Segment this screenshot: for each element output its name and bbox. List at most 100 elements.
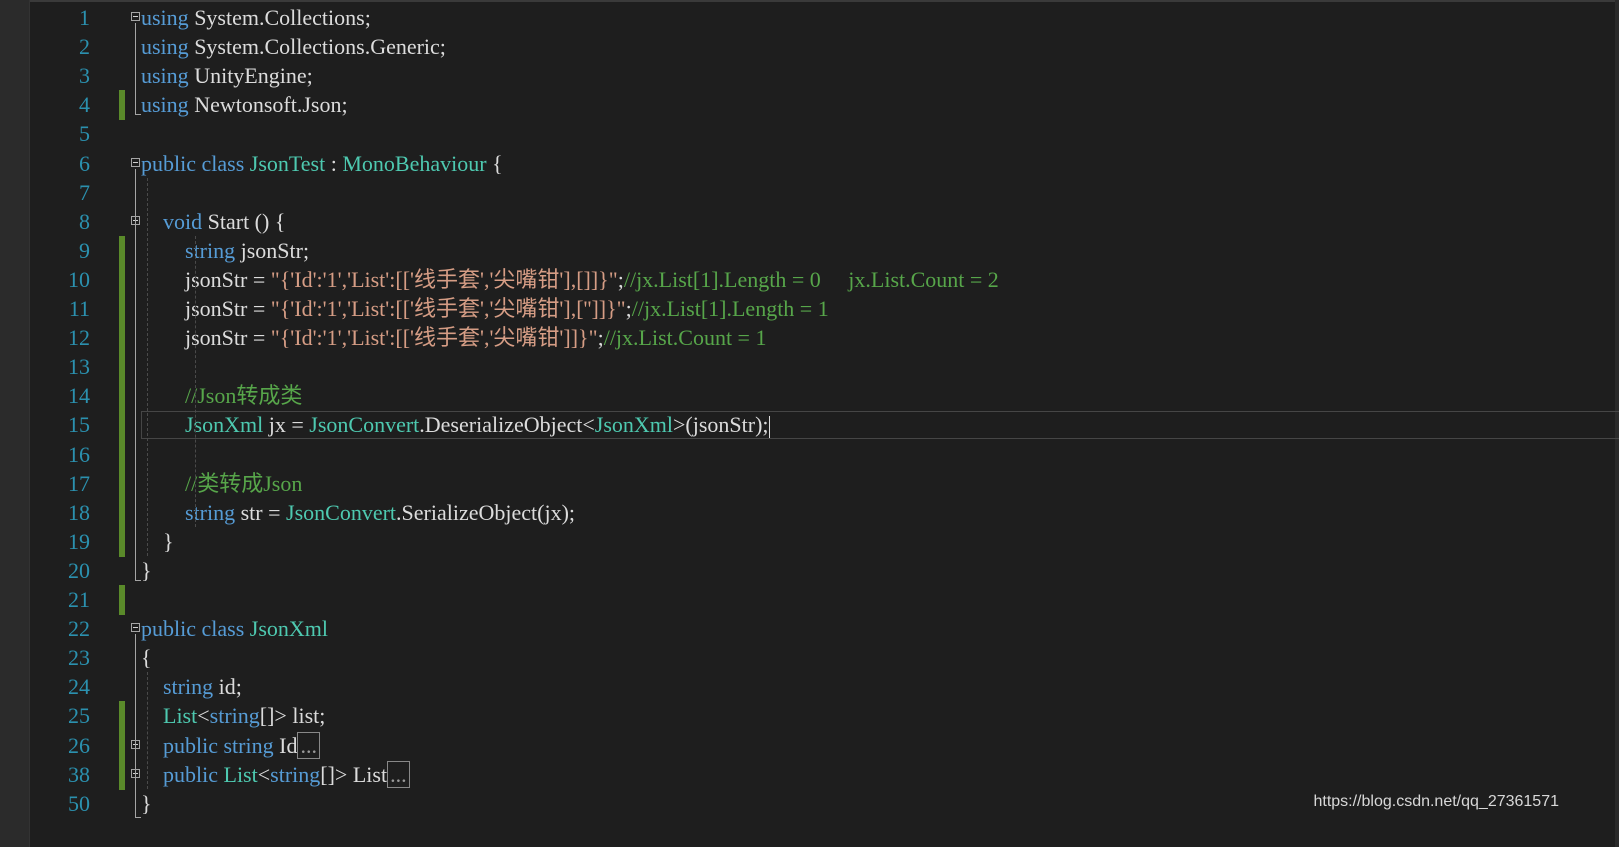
- change-marker: [119, 468, 125, 499]
- code-token: JsonXml: [185, 412, 264, 438]
- code-text[interactable]: //Json转成类: [141, 381, 302, 411]
- code-text[interactable]: List<string[]> list;: [141, 701, 325, 731]
- code-token: str =: [235, 499, 287, 525]
- code-text[interactable]: //类转成Json: [141, 469, 302, 499]
- line-number: 26: [68, 732, 90, 758]
- code-text[interactable]: {: [141, 643, 152, 673]
- code-token: public: [163, 732, 218, 758]
- code-line[interactable]: 11 jsonStr = "{'Id':'1','List':[['线手套','…: [0, 294, 1619, 324]
- line-number: 17: [68, 470, 90, 496]
- line-number: 16: [68, 441, 90, 467]
- collapsed-region[interactable]: ...: [387, 760, 410, 788]
- code-line[interactable]: 12 jsonStr = "{'Id':'1','List':[['线手套','…: [0, 323, 1619, 354]
- change-marker: [119, 526, 125, 557]
- code-token: Id: [273, 732, 298, 758]
- code-line[interactable]: 7: [0, 178, 1619, 208]
- change-marker: [119, 381, 125, 412]
- change-marker: [119, 264, 125, 295]
- code-text[interactable]: }: [141, 789, 152, 819]
- code-line[interactable]: 24 string id;: [0, 672, 1619, 702]
- code-text[interactable]: public List<string[]> List...: [141, 760, 410, 790]
- line-number: 11: [68, 296, 90, 321]
- code-line[interactable]: 22 public class JsonXml: [0, 614, 1619, 644]
- code-token: "{'Id':'1','List':[['线手套','尖嘴钳']]}": [270, 325, 598, 351]
- collapse-icon[interactable]: [131, 12, 140, 21]
- change-marker: [119, 701, 125, 732]
- code-line[interactable]: 16: [0, 439, 1619, 470]
- code-line[interactable]: 9 string jsonStr;: [0, 235, 1619, 266]
- code-token: []> List: [320, 761, 388, 787]
- code-text[interactable]: using System.Collections;: [141, 3, 371, 33]
- code-line[interactable]: 20}: [0, 556, 1619, 586]
- code-token: <: [197, 703, 210, 729]
- code-line[interactable]: 10 jsonStr = "{'Id':'1','List':[['线手套','…: [0, 264, 1619, 295]
- code-line[interactable]: 18 string str = JsonConvert.SerializeObj…: [0, 497, 1619, 528]
- code-text[interactable]: public class JsonTest : MonoBehaviour {: [141, 149, 503, 179]
- change-marker: [119, 294, 125, 324]
- collapse-icon[interactable]: [131, 623, 140, 633]
- code-line[interactable]: 13: [0, 352, 1619, 383]
- code-line[interactable]: 5: [0, 119, 1619, 149]
- code-token: Start () {: [202, 208, 286, 234]
- collapse-icon[interactable]: [131, 157, 140, 167]
- code-token: using: [141, 63, 189, 89]
- code-token: JsonXml: [594, 412, 674, 438]
- code-line[interactable]: 4 using Newtonsoft.Json;: [0, 90, 1619, 121]
- code-line[interactable]: 15 JsonXml jx = JsonConvert.DeserializeO…: [0, 410, 1619, 441]
- line-number: 20: [68, 557, 90, 583]
- code-token: void: [163, 208, 203, 234]
- code-token: {: [486, 150, 503, 176]
- code-token: using: [141, 34, 189, 60]
- change-marker: [119, 585, 125, 615]
- code-token: System.Collections.Generic;: [188, 34, 446, 60]
- code-text[interactable]: JsonXml jx = JsonConvert.DeserializeObje…: [141, 410, 770, 440]
- code-line[interactable]: 2 using System.Collections.Generic;: [0, 32, 1619, 62]
- code-token: //jx.List[1].Length = 1: [631, 296, 829, 321]
- code-line[interactable]: 19 }: [0, 526, 1619, 557]
- code-token: List: [223, 761, 258, 787]
- code-token: JsonConvert: [286, 499, 397, 525]
- line-number: 4: [79, 92, 90, 118]
- code-token: using: [141, 92, 189, 118]
- code-line[interactable]: 8 void Start () {: [0, 207, 1619, 237]
- line-number: 38: [68, 761, 90, 787]
- code-line[interactable]: 25 List<string[]> list;: [0, 701, 1619, 732]
- code-line[interactable]: 23 {: [0, 643, 1619, 673]
- code-token: []> list;: [259, 703, 326, 729]
- line-number: 25: [68, 703, 90, 729]
- code-text[interactable]: using UnityEngine;: [141, 61, 313, 91]
- code-text[interactable]: string str = JsonConvert.SerializeObject…: [141, 498, 575, 528]
- code-text[interactable]: }: [141, 556, 152, 586]
- code-text[interactable]: string id;: [141, 672, 242, 702]
- code-text[interactable]: }: [141, 527, 174, 557]
- code-text[interactable]: void Start () {: [141, 207, 285, 237]
- code-line[interactable]: 26 public string Id...: [0, 730, 1619, 761]
- code-text[interactable]: string jsonStr;: [141, 236, 309, 266]
- outline-bar: [135, 23, 136, 115]
- code-line[interactable]: 1 using System.Collections;: [0, 3, 1619, 33]
- code-line[interactable]: 3 using UnityEngine;: [0, 61, 1619, 91]
- code-token: .DeserializeObject<: [419, 412, 595, 438]
- code-text[interactable]: jsonStr = "{'Id':'1','List':[['线手套','尖嘴钳…: [141, 265, 999, 295]
- code-line[interactable]: 21: [0, 585, 1619, 615]
- line-number: 9: [79, 237, 90, 263]
- text-caret: [768, 416, 770, 439]
- code-token: "{'Id':'1','List':[['线手套','尖嘴钳'],[]]}": [270, 266, 618, 292]
- code-text[interactable]: public class JsonXml: [141, 614, 328, 644]
- code-text[interactable]: jsonStr = "{'Id':'1','List':[['线手套','尖嘴钳…: [141, 294, 829, 324]
- code-token: using: [141, 5, 189, 30]
- code-text[interactable]: using Newtonsoft.Json;: [141, 90, 348, 120]
- code-text[interactable]: public string Id...: [141, 731, 320, 761]
- code-token: public: [141, 150, 196, 176]
- code-line[interactable]: 17 //类转成Json: [0, 468, 1619, 499]
- code-line[interactable]: 38 public List<string[]> List...: [0, 759, 1619, 790]
- code-line[interactable]: 14 //Json转成类: [0, 381, 1619, 412]
- collapsed-region[interactable]: ...: [297, 731, 320, 759]
- code-line[interactable]: 6 public class JsonTest : MonoBehaviour {: [0, 149, 1619, 179]
- code-token: string: [270, 761, 321, 787]
- code-text[interactable]: jsonStr = "{'Id':'1','List':[['线手套','尖嘴钳…: [141, 323, 766, 353]
- watermark: https://blog.csdn.net/qq_27361571: [1313, 793, 1559, 810]
- code-text[interactable]: using System.Collections.Generic;: [141, 32, 446, 62]
